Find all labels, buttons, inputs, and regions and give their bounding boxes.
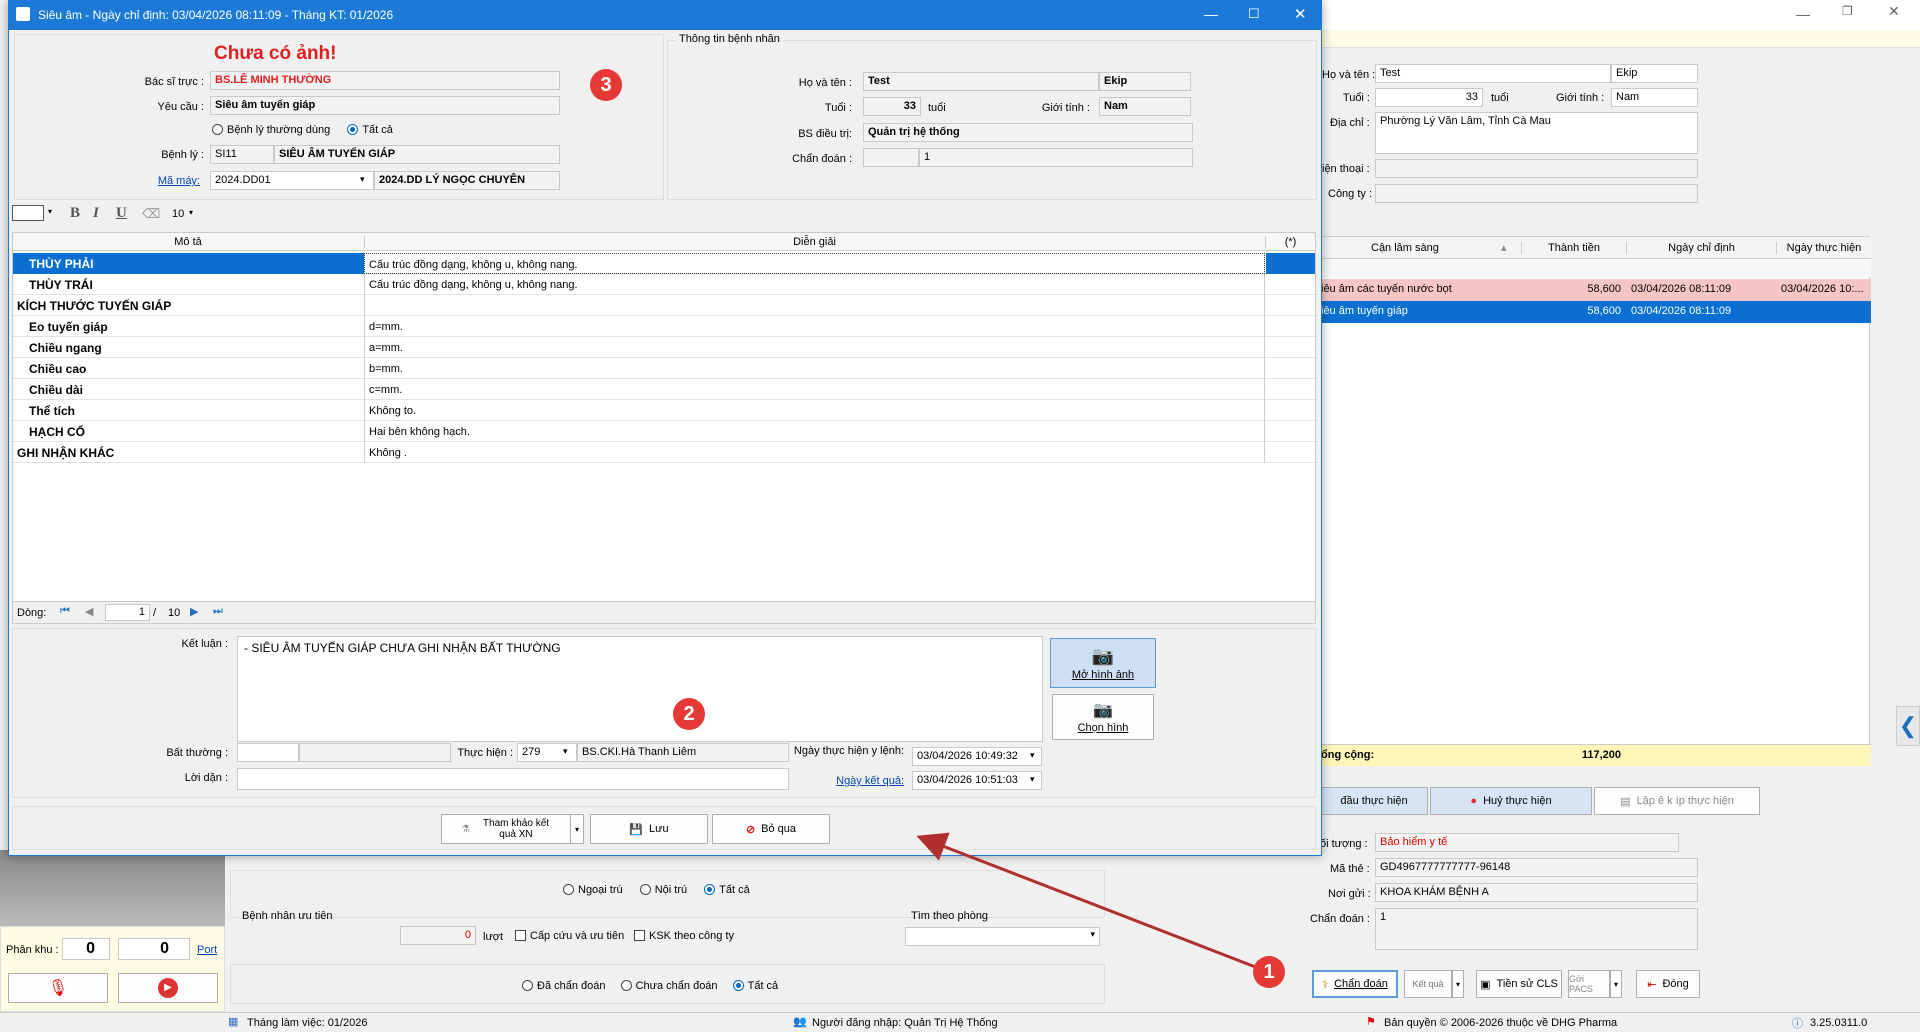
badge-1: 1 <box>1253 956 1285 988</box>
annotation-arrow <box>916 832 1259 970</box>
